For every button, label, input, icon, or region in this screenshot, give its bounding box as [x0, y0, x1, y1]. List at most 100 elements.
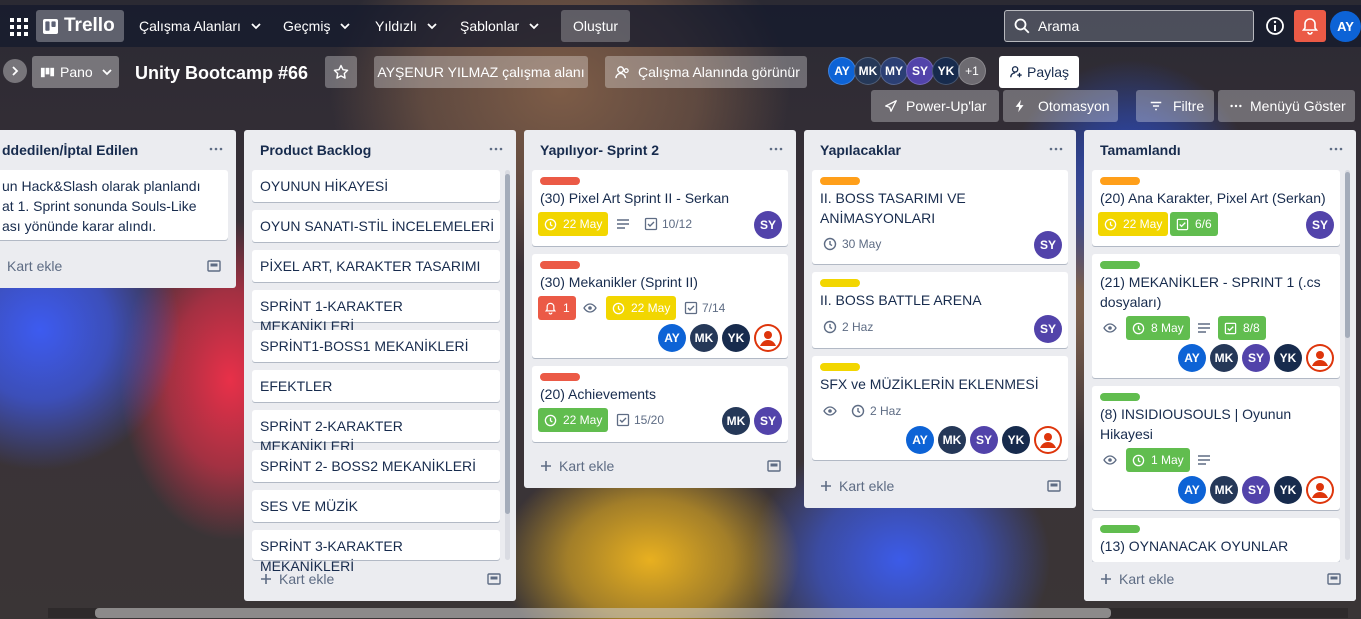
- expand-sidebar-button[interactable]: [3, 59, 27, 83]
- share-button[interactable]: Paylaş: [999, 56, 1079, 88]
- list-card[interactable]: PİXEL ART, KARAKTER TASARIMI: [252, 250, 500, 282]
- add-card-button[interactable]: Kart ekle: [0, 258, 62, 274]
- list-title[interactable]: Tamamlandı: [1100, 142, 1181, 158]
- list-card[interactable]: OYUN SANATI-STİL İNCELEMELERİ: [252, 210, 500, 242]
- create-button[interactable]: Oluştur: [561, 10, 630, 42]
- card-member-avatar[interactable]: AY: [1178, 476, 1206, 504]
- member-avatar[interactable]: YK: [932, 57, 960, 85]
- list-card[interactable]: II. BOSS BATTLE ARENA 2 Haz SY: [812, 272, 1068, 348]
- app-switcher-icon[interactable]: [8, 16, 30, 38]
- list-card[interactable]: (8) INSIDIOUSOULS | Oyunun Hikayesi 1 Ma…: [1092, 386, 1340, 510]
- card-member-avatar[interactable]: YK: [1274, 344, 1302, 372]
- list-card[interactable]: II. BOSS TASARIMI VE ANİMASYONLARI 30 Ma…: [812, 170, 1068, 264]
- list-menu-icon[interactable]: [1328, 141, 1344, 157]
- card-member-avatar[interactable]: SY: [1306, 211, 1334, 239]
- notifications-button[interactable]: [1294, 10, 1326, 42]
- list-card[interactable]: (20) Achievements 22 May 15/20 MK SY: [532, 366, 788, 442]
- list-title[interactable]: Yapılacaklar: [820, 142, 901, 158]
- checklist-badge[interactable]: 8/8: [1218, 316, 1266, 340]
- card-member-avatar[interactable]: SY: [1242, 344, 1270, 372]
- card-member-avatar[interactable]: AY: [658, 324, 686, 352]
- user-avatar[interactable]: AY: [1330, 11, 1361, 42]
- menu-recent[interactable]: Geçmiş: [277, 10, 357, 42]
- list-card[interactable]: EFEKTLER: [252, 370, 500, 402]
- due-date-badge[interactable]: 1 May: [1126, 448, 1190, 472]
- menu-templates[interactable]: Şablonlar: [454, 10, 546, 42]
- card-member-avatar[interactable]: MK: [722, 407, 750, 435]
- list-menu-icon[interactable]: [768, 141, 784, 157]
- list-menu-icon[interactable]: [1048, 141, 1064, 157]
- card-template-icon[interactable]: [767, 459, 781, 473]
- list-menu-icon[interactable]: [488, 141, 504, 157]
- card-member-photo-avatar[interactable]: [1306, 476, 1334, 504]
- card-member-avatar[interactable]: AY: [1178, 344, 1206, 372]
- list-title[interactable]: Yapılıyor- Sprint 2: [540, 142, 659, 158]
- member-avatar[interactable]: MK: [854, 57, 882, 85]
- card-member-avatar[interactable]: SY: [1034, 231, 1062, 259]
- card-member-photo-avatar[interactable]: [754, 324, 782, 352]
- card-member-avatar[interactable]: AY: [906, 426, 934, 454]
- list-card[interactable]: SPRİNT 1-KARAKTER MEKANİKLERİ: [252, 290, 500, 334]
- list-card[interactable]: SPRİNT 3-KARAKTER MEKANİKLERİ: [252, 530, 500, 574]
- card-member-avatar[interactable]: SY: [754, 211, 782, 239]
- star-board-button[interactable]: [325, 56, 357, 88]
- card-member-avatar[interactable]: SY: [1242, 476, 1270, 504]
- list-scrollbar-thumb[interactable]: [1345, 172, 1350, 338]
- list-card[interactable]: (30) Pixel Art Sprint II - Serkan 22 May…: [532, 170, 788, 246]
- list-card[interactable]: SES VE MÜZİK: [252, 490, 500, 522]
- due-date-badge[interactable]: 22 May: [1098, 212, 1169, 236]
- card-member-avatar[interactable]: MK: [938, 426, 966, 454]
- card-member-avatar[interactable]: MK: [1210, 344, 1238, 372]
- workspace-button[interactable]: AYŞENUR YILMAZ çalışma alanı: [374, 56, 588, 88]
- card-template-icon[interactable]: [1327, 572, 1341, 586]
- board-title[interactable]: Unity Bootcamp #66: [135, 60, 308, 86]
- board-view-switcher[interactable]: Pano: [32, 56, 119, 88]
- card-member-photo-avatar[interactable]: [1034, 426, 1062, 454]
- list-card[interactable]: (13) OYNANACAK OYUNLAR: [1092, 518, 1340, 562]
- list-card[interactable]: SPRİNT 2-KARAKTER MEKANİKLERİ: [252, 410, 500, 454]
- visibility-button[interactable]: Çalışma Alanında görünür: [605, 56, 807, 88]
- list-card[interactable]: SPRİNT1-BOSS1 MEKANİKLERİ: [252, 330, 500, 362]
- menu-starred[interactable]: Yıldızlı: [369, 10, 444, 42]
- card-template-icon[interactable]: [1047, 479, 1061, 493]
- info-icon[interactable]: [1264, 15, 1286, 37]
- member-avatar[interactable]: AY: [828, 57, 856, 85]
- due-date-badge[interactable]: 8 May: [1126, 316, 1190, 340]
- filter-button[interactable]: Filtre: [1136, 90, 1214, 122]
- list-title[interactable]: Product Backlog: [260, 142, 371, 158]
- due-date-badge[interactable]: 22 May: [538, 408, 609, 432]
- card-member-avatar[interactable]: SY: [754, 407, 782, 435]
- add-card-button[interactable]: Kart ekle: [1100, 571, 1174, 587]
- checklist-badge[interactable]: 6/6: [1170, 212, 1218, 236]
- card-member-avatar[interactable]: SY: [970, 426, 998, 454]
- automation-button[interactable]: Otomasyon: [1003, 90, 1118, 122]
- powerups-button[interactable]: Power-Up'lar: [871, 90, 999, 122]
- list-menu-icon[interactable]: [208, 141, 224, 157]
- due-date-badge[interactable]: 22 May: [606, 296, 677, 320]
- card-member-avatar[interactable]: SY: [1034, 315, 1062, 343]
- list-card[interactable]: OYUNUN HİKAYESİ: [252, 170, 500, 202]
- list-scrollbar-thumb[interactable]: [505, 174, 510, 514]
- add-card-button[interactable]: Kart ekle: [540, 458, 614, 474]
- card-member-avatar[interactable]: MK: [1210, 476, 1238, 504]
- member-avatar[interactable]: MY: [880, 57, 908, 85]
- card-member-avatar[interactable]: YK: [1002, 426, 1030, 454]
- list-card[interactable]: un Hack&Slash olarak planlandı at 1. Spr…: [0, 170, 228, 240]
- list-card[interactable]: SFX ve MÜZİKLERİN EKLENMESİ 2 Haz AY MK …: [812, 356, 1068, 460]
- search-input[interactable]: Arama: [1004, 10, 1254, 42]
- show-menu-button[interactable]: Menüyü Göster: [1218, 90, 1355, 122]
- board-horizontal-scrollbar-thumb[interactable]: [95, 608, 1111, 618]
- card-member-avatar[interactable]: YK: [722, 324, 750, 352]
- card-member-avatar[interactable]: MK: [690, 324, 718, 352]
- card-template-icon[interactable]: [207, 259, 221, 273]
- list-card[interactable]: (21) MEKANİKLER - SPRINT 1 (.cs dosyalar…: [1092, 254, 1340, 378]
- card-template-icon[interactable]: [487, 572, 501, 586]
- add-card-button[interactable]: Kart ekle: [820, 478, 894, 494]
- card-member-avatar[interactable]: YK: [1274, 476, 1302, 504]
- list-card[interactable]: SPRİNT 2- BOSS2 MEKANİKLERİ: [252, 450, 500, 482]
- list-card[interactable]: (30) Mekanikler (Sprint II) 1 22 May 7/1…: [532, 254, 788, 358]
- trello-home-logo[interactable]: Trello: [36, 10, 124, 42]
- card-member-photo-avatar[interactable]: [1306, 344, 1334, 372]
- list-card[interactable]: (20) Ana Karakter, Pixel Art (Serkan) 22…: [1092, 170, 1340, 246]
- add-card-button[interactable]: Kart ekle: [260, 571, 334, 587]
